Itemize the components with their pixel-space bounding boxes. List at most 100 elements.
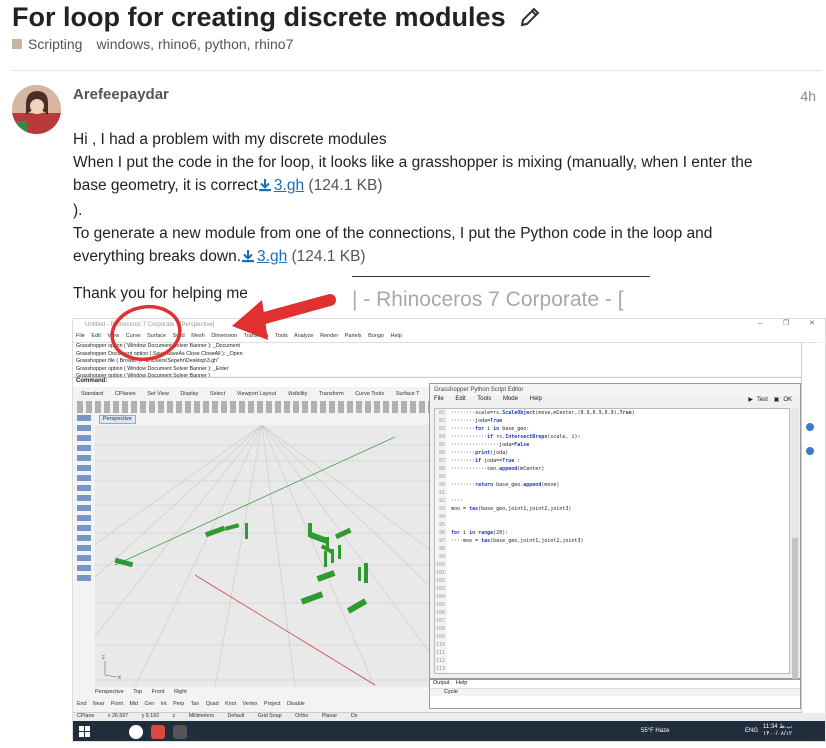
avatar[interactable] <box>12 85 61 134</box>
status-item: CPlane <box>77 713 95 719</box>
windows-start-icon <box>79 726 91 740</box>
attachment-size: (124.1 KB) <box>291 248 366 265</box>
toolbar-tab: Visibility <box>287 391 308 397</box>
overlay-window-title: | - Rhinoceros 7 Corporate - [ <box>352 288 624 311</box>
menu-item: Mesh <box>191 333 205 339</box>
editor-scrollbar <box>791 408 799 688</box>
osnap-item: Cen <box>144 701 155 707</box>
python-editor-window: Grasshopper Python Script Editor File Ed… <box>429 383 801 688</box>
category-link[interactable]: Scripting <box>28 36 82 52</box>
menu-item: Analyze <box>294 333 314 339</box>
menu-item: Surface <box>146 333 166 339</box>
menu-item: Edit <box>91 333 101 339</box>
topic-title: For loop for creating discrete modules <box>12 2 541 35</box>
edit-pencil-icon[interactable] <box>519 4 541 35</box>
osnap-item: Quad <box>205 701 219 707</box>
header-divider <box>12 70 822 71</box>
menu-item: View <box>107 333 120 339</box>
status-item: Ortho <box>295 713 309 719</box>
attachment-link[interactable]: 3.gh <box>274 177 304 194</box>
menu-item: Curve <box>125 333 141 339</box>
osnap-item: Perp <box>173 701 185 707</box>
rhino-title-bar: Untitled - Rhinoceros 7 Corporate - [Per… <box>73 319 825 333</box>
category-row: Scripting windows, rhino6, python, rhino… <box>12 36 293 52</box>
status-item: z <box>172 713 176 719</box>
history-line: Grasshopper Document option ( Save SaveA… <box>76 350 243 357</box>
line-number: 111 <box>435 650 445 656</box>
history-line: Grasshopper file ( Browse ): "C:\Users\S… <box>76 358 220 365</box>
play-icon: ▶ <box>748 397 753 403</box>
status-item: x 26.597 <box>107 713 129 719</box>
attachment-link[interactable]: 3.gh <box>257 248 287 265</box>
line-number: 106 <box>435 610 445 616</box>
line-number: 84 <box>438 434 445 440</box>
status-item: Grid Snap <box>257 713 282 719</box>
editor-menu-item: Edit <box>455 396 466 402</box>
line-number: 83 <box>438 426 445 432</box>
perspective-viewport: zx <box>95 425 430 687</box>
output-tab: Help <box>456 680 468 686</box>
toolbar-tab: Set View <box>147 391 169 397</box>
menu-item: Dimension <box>211 333 238 339</box>
language-indicator: ENG <box>745 728 759 734</box>
osnap-item: Vertex <box>242 701 258 707</box>
history-line: Grasshopper option ( Window Document Sol… <box>76 343 240 349</box>
line-number: 102 <box>435 578 445 584</box>
post-text: base geometry, it is correct <box>73 177 258 194</box>
toolbar-tab: CPlanes <box>114 391 136 397</box>
editor-menu-item: Mode <box>502 396 518 402</box>
rhino-menubar: File Edit View Curve Surface Solid Mesh … <box>73 333 825 342</box>
output-tab: Output <box>433 680 450 686</box>
status-item: Default <box>227 713 245 719</box>
line-number: 92 <box>438 498 445 504</box>
osnap-item: Int <box>160 701 167 707</box>
line-number: 88 <box>438 466 445 472</box>
post-username[interactable]: Arefeepaydar <box>73 86 169 103</box>
viewport-tabs: Perspective Top Front Right <box>95 689 430 697</box>
line-number: 105 <box>435 602 445 608</box>
post-text: everything breaks down. <box>73 248 242 265</box>
toolbar-tab: Standard <box>81 391 104 397</box>
post-line: everything breaks down. 3.gh (124.1 KB) <box>73 245 818 270</box>
save-icon: ▣ <box>773 397 780 403</box>
post-body: Hi , I had a problem with my discrete mo… <box>73 128 818 305</box>
category-square-icon <box>12 39 22 49</box>
osnap-item: Knot <box>225 701 237 707</box>
svg-text:z: z <box>102 655 105 661</box>
line-number-gutter: 81 82 83 84 85 86 87 88 89 90 91 92 93 94 95 96 97 98 99 10… <box>435 409 447 673</box>
line-number: 87 <box>438 458 445 464</box>
viewport-tab: Right <box>173 689 187 695</box>
tag-list[interactable]: windows, rhino6, python, rhino7 <box>96 36 293 52</box>
ok-button: OK <box>783 397 792 403</box>
windows-taskbar: 55°F Haze ENG 11:34 ب.ظ ۱۴۰۰/۰۸/۱۲ <box>73 721 825 741</box>
rhino-left-tool-icons <box>77 415 91 585</box>
editor-menu-item: File <box>434 396 444 402</box>
viewport-label: Perspective <box>99 415 136 424</box>
viewport-tab: Top <box>133 689 143 695</box>
osnap-item: Mid <box>129 701 138 707</box>
status-item: Millimeters <box>188 713 214 719</box>
line-number: 108 <box>435 626 445 632</box>
python-code-area: 81 82 83 84 85 86 87 88 89 90 91 92 93 94 95 96 97 98 99 10… <box>434 408 790 674</box>
test-button: Test <box>756 397 768 403</box>
topic-title-text: For loop for creating discrete modules <box>12 2 506 32</box>
post-time[interactable]: 4h <box>800 88 816 104</box>
toolbar-tab: Display <box>180 391 199 397</box>
toolbar-tabs: Standard CPlanes Set View Display Select… <box>73 391 433 400</box>
code-lines: ········scale=rs.ScaleObject(move,mCente… <box>451 410 635 544</box>
editor-output-panel: Output Help Cycle <box>429 679 801 709</box>
line-number: 86 <box>438 450 445 456</box>
editor-menu-item: Tools <box>477 396 492 402</box>
history-line: Grasshopper option ( Window Document Sol… <box>76 365 229 372</box>
line-number: 112 <box>435 658 445 664</box>
viewport-tab: Front <box>151 689 165 695</box>
python-editor-title: Grasshopper Python Script Editor <box>430 384 800 396</box>
menu-item: Render <box>320 333 339 339</box>
line-number: 98 <box>438 546 445 552</box>
line-number: 114 <box>435 673 445 674</box>
weather-widget: 55°F Haze <box>641 728 670 734</box>
rhino-title-text: Untitled - Rhinoceros 7 Corporate - [Per… <box>85 322 215 328</box>
download-icon <box>241 247 255 270</box>
clock-time: 11:34 ب.ظ <box>763 724 793 730</box>
embedded-screenshot[interactable]: Untitled - Rhinoceros 7 Corporate - [Per… <box>72 318 826 742</box>
